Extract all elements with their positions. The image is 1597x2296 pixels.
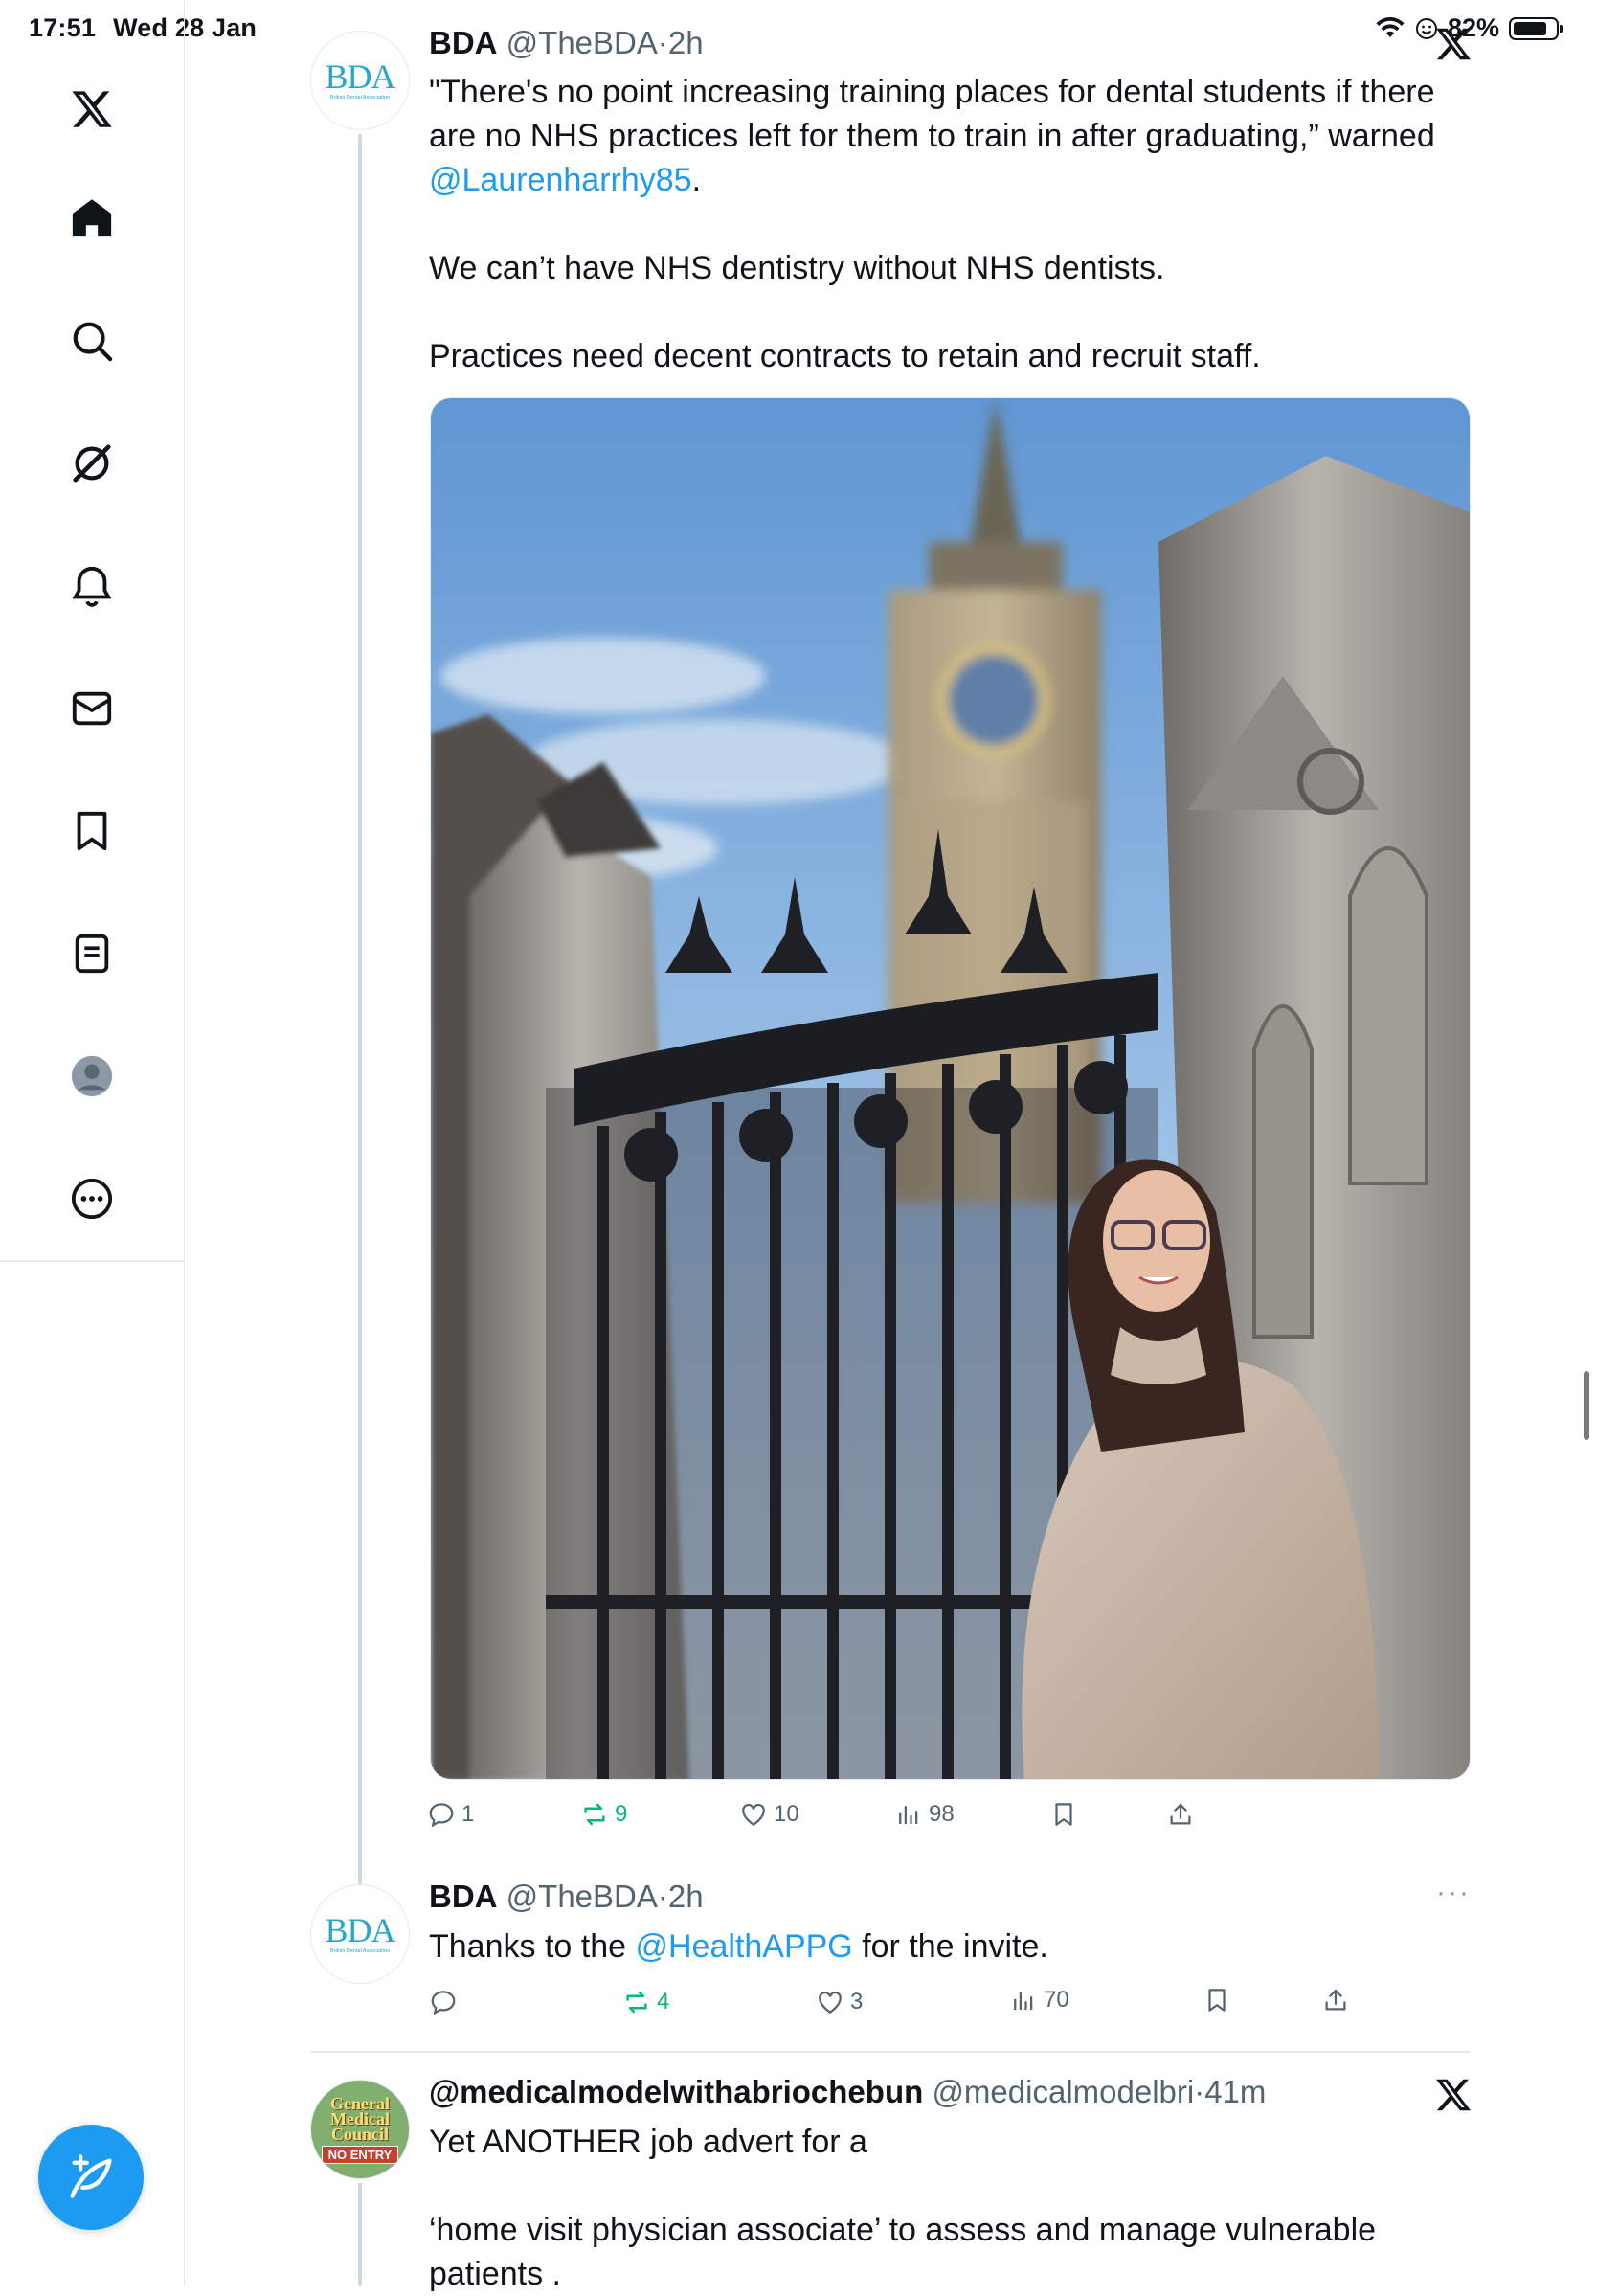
share-button[interactable]	[1321, 1986, 1350, 2015]
avatar-stamp: NO ENTRY	[321, 2145, 399, 2164]
tweet-text-punct: .	[691, 162, 702, 198]
scrollbar-thumb[interactable]	[1584, 1371, 1589, 1440]
tweet-body: "There's no point increasing training pl…	[429, 70, 1473, 378]
mention-link[interactable]: @HealthAPPG	[635, 1928, 852, 1965]
author-name[interactable]: BDA	[429, 1879, 498, 1914]
bookmark-icon	[1055, 1803, 1072, 1826]
x-logo-icon	[1436, 2079, 1472, 2111]
wifi-icon	[1376, 16, 1405, 37]
views-count: 70	[1044, 1987, 1069, 2013]
compose-button[interactable]	[38, 2125, 144, 2230]
separator-dot: ·	[657, 25, 668, 60]
avatar-logo-subtext: British Dental Association	[329, 1948, 391, 1954]
repost-count: 9	[615, 1801, 628, 1827]
bookmarks-icon[interactable]	[50, 789, 134, 873]
bookmark-icon	[1208, 1989, 1226, 2012]
notifications-icon[interactable]	[50, 544, 134, 628]
avatar[interactable]: General Medical Council NO ENTRY	[310, 2080, 410, 2179]
battery-icon	[1509, 16, 1563, 40]
lists-icon[interactable]	[50, 912, 134, 996]
like-count: 10	[774, 1801, 799, 1827]
tweet-time[interactable]: 2h	[668, 1879, 704, 1914]
profile-icon[interactable]	[50, 1034, 134, 1118]
tweet-text-before: Thanks to the	[429, 1928, 636, 1965]
tweet-header: BDA @TheBDA·2h	[429, 25, 704, 61]
tweet-time[interactable]: 2h	[668, 25, 704, 60]
tweet-time[interactable]: 41m	[1204, 2074, 1266, 2109]
tweet-photo[interactable]	[430, 397, 1471, 1780]
avatar-logo-subtext: British Dental Association	[329, 95, 391, 101]
separator-dot: ·	[1194, 2074, 1205, 2109]
repost-button[interactable]: 9	[580, 1800, 627, 1829]
tweet-paragraph: "There's no point increasing training pl…	[429, 70, 1473, 202]
x-logo-icon	[1436, 28, 1472, 60]
repost-count: 4	[657, 1989, 670, 2015]
more-icon[interactable]	[50, 1157, 134, 1241]
separator-dot: ·	[657, 1879, 668, 1914]
like-button[interactable]: 3	[816, 1988, 863, 2016]
thread-line	[358, 134, 362, 1886]
tweet-body: Yet ANOTHER job advert for a ‘home visit…	[429, 2120, 1473, 2296]
author-name[interactable]: BDA	[429, 25, 498, 60]
photo-big-ben-woman	[431, 398, 1470, 1779]
tweet-paragraph: Yet ANOTHER job advert for a	[429, 2124, 867, 2160]
mention-link[interactable]: @Laurenharrhy85	[429, 162, 692, 198]
author-handle[interactable]: @TheBDA	[506, 25, 658, 60]
views-chart-icon	[899, 1806, 918, 1824]
bookmark-button[interactable]	[1049, 1800, 1078, 1829]
tweet-header: BDA @TheBDA·2h	[429, 1879, 704, 1915]
sidebar-divider	[0, 1260, 184, 1262]
sidebar-nav	[0, 0, 185, 2286]
tweet-paragraph: ‘home visit physician associate’ to asse…	[429, 2212, 1377, 2292]
avatar[interactable]: BDA British Dental Association	[310, 1884, 410, 1984]
author-handle[interactable]: @medicalmodelbri	[932, 2074, 1194, 2109]
tweet-text-after: for the invite.	[852, 1928, 1048, 1965]
like-count: 3	[850, 1989, 864, 2015]
tweet-divider	[310, 2051, 1471, 2053]
repost-icon	[626, 1991, 647, 2014]
avatar[interactable]: BDA British Dental Association	[310, 31, 410, 130]
reply-button[interactable]: 1	[427, 1800, 474, 1829]
messages-icon[interactable]	[50, 666, 134, 751]
views-chart-icon	[1014, 1992, 1033, 2010]
more-options-button[interactable]: ···	[1436, 1877, 1471, 1909]
reply-button[interactable]	[429, 1988, 463, 2016]
author-name[interactable]: @medicalmodelwithabriochebun	[429, 2074, 923, 2109]
like-button[interactable]: 10	[739, 1800, 799, 1829]
grok-icon[interactable]	[50, 421, 134, 506]
thread-line	[358, 2183, 362, 2286]
like-heart-icon	[819, 1991, 842, 2014]
home-icon[interactable]	[50, 176, 134, 260]
share-icon	[1325, 1989, 1346, 2011]
views-count: 98	[929, 1801, 955, 1827]
views-button[interactable]: 70	[1009, 1986, 1069, 2015]
tweet-body: Thanks to the @HealthAPPG for the invite…	[429, 1925, 1473, 1969]
tweet-header: @medicalmodelwithabriochebun @medicalmod…	[429, 2074, 1266, 2110]
tweet-paragraph: Thanks to the @HealthAPPG for the invite…	[429, 1925, 1473, 1969]
search-icon[interactable]	[50, 299, 134, 383]
avatar-logo-text: BDA	[325, 57, 395, 96]
avatar-logo-text: BDA	[325, 1911, 395, 1949]
like-heart-icon	[742, 1803, 765, 1826]
reply-icon	[431, 1991, 456, 2015]
reply-icon	[429, 1803, 454, 1828]
reply-count: 1	[461, 1801, 475, 1827]
avatar-gmc-text: General Medical Council	[330, 2093, 390, 2144]
compose-feather-icon	[70, 2154, 112, 2198]
x-logo-icon[interactable]	[50, 67, 134, 151]
author-handle[interactable]: @TheBDA	[506, 1879, 658, 1914]
tweet-paragraph: We can’t have NHS dentistry without NHS …	[429, 250, 1165, 286]
share-button[interactable]	[1166, 1800, 1195, 1829]
tweet-paragraph: Practices need decent contracts to retai…	[429, 338, 1261, 374]
repost-icon	[584, 1803, 605, 1826]
repost-button[interactable]: 4	[622, 1988, 669, 2016]
battery-fill	[1514, 21, 1546, 35]
tweet-text-line: "There's no point increasing training pl…	[429, 74, 1435, 154]
views-button[interactable]: 98	[894, 1800, 955, 1829]
bookmark-button[interactable]	[1203, 1986, 1231, 2015]
share-icon	[1170, 1803, 1191, 1825]
